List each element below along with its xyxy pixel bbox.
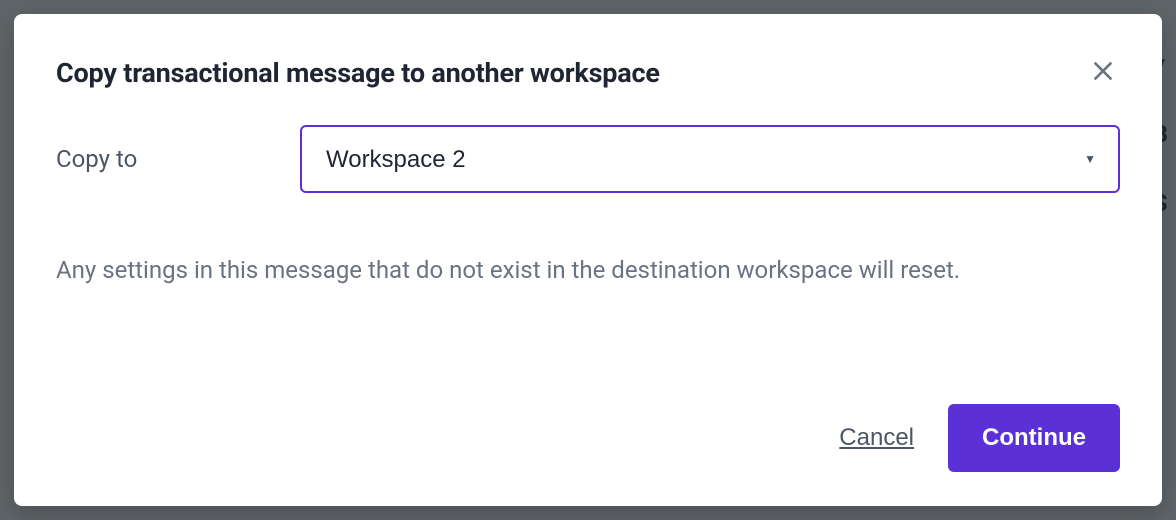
copy-to-row: Copy to Workspace 2 ▼: [56, 125, 1120, 193]
modal-title: Copy transactional message to another wo…: [56, 57, 660, 89]
modal-footer: Cancel Continue: [56, 404, 1120, 472]
continue-button[interactable]: Continue: [948, 404, 1120, 472]
close-button[interactable]: [1086, 54, 1120, 91]
workspace-select-wrap: Workspace 2 ▼: [300, 125, 1120, 193]
copy-message-modal: Copy transactional message to another wo…: [14, 14, 1162, 506]
helper-text: Any settings in this message that do not…: [56, 253, 1120, 288]
cancel-button[interactable]: Cancel: [839, 424, 914, 452]
modal-header: Copy transactional message to another wo…: [56, 54, 1120, 91]
workspace-select[interactable]: Workspace 2: [300, 125, 1120, 193]
copy-to-label: Copy to: [56, 145, 300, 173]
close-icon: [1090, 58, 1116, 87]
